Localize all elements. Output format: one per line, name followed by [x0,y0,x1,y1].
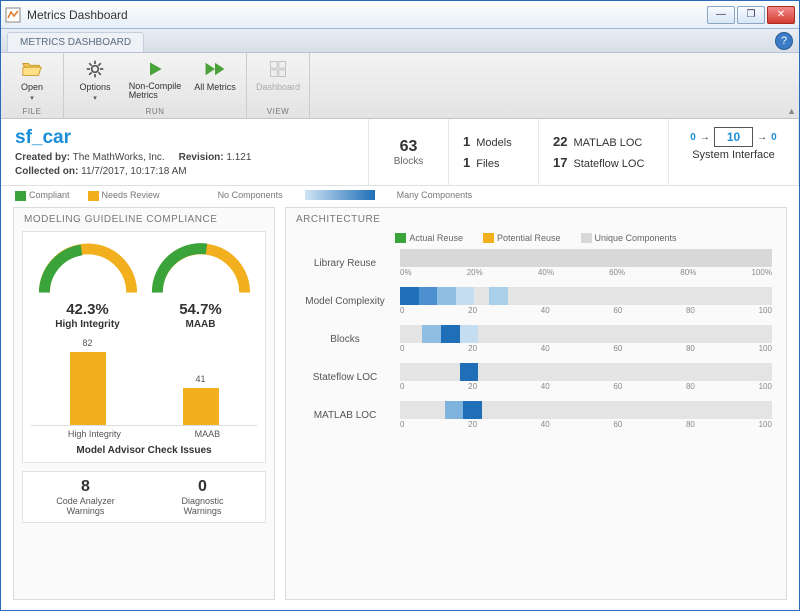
legend-no-components: No Components [218,190,283,200]
sysif-out: 0 [771,132,777,143]
architecture-legend: Actual Reuse Potential Reuse Unique Comp… [286,231,786,250]
hist-model-complexity[interactable]: Model Complexity 0 20 [300,287,772,315]
gear-icon [84,58,106,80]
toolstrip: Open ▾ FILE Options ▾ N [1,53,799,119]
app-icon [5,7,21,23]
compliance-title: MODELING GUIDELINE COMPLIANCE [14,208,274,231]
swatch-potential-reuse [483,233,494,243]
dashboard-button: Dashboard [253,56,303,106]
stateflow-loc-count: 17 [553,155,567,170]
collected-value: 11/7/2017, 10:17:18 AM [81,166,186,177]
blocks-label: Blocks [383,156,434,167]
maximize-button[interactable]: ❐ [737,6,765,24]
group-label-file: FILE [1,106,63,118]
hist-stateflow-loc[interactable]: Stateflow LOC 0 20 40 60 80 1 [300,363,772,391]
architecture-panel: ARCHITECTURE Actual Reuse Potential Reus… [285,207,787,600]
titlebar: Metrics Dashboard — ❐ ✕ [1,1,799,29]
toolstrip-group-view: Dashboard VIEW [247,53,310,118]
models-count: 1 [463,134,470,149]
swatch-needs-review [88,191,99,201]
created-by-value: The MathWorks, Inc. [73,152,165,163]
model-name[interactable]: sf_car [15,127,354,149]
collapse-ribbon-button[interactable]: ▲ [787,106,796,116]
files-count: 1 [463,155,470,170]
arrow-right-icon: → [700,132,710,143]
swatch-unique [581,233,592,243]
swatch-compliant [15,191,26,201]
legend-many-components: Many Components [397,190,473,200]
chevron-down-icon: ▾ [30,94,34,102]
created-by-label: Created by: [15,152,70,163]
dashboard-icon [267,58,289,80]
options-button[interactable]: Options ▾ [70,56,120,106]
open-button[interactable]: Open ▾ [7,56,57,106]
play-double-icon [204,58,226,80]
architecture-title: ARCHITECTURE [286,208,786,231]
gradient-icon [305,190,375,200]
model-advisor-bars: 82 41 High Integrity MAAB Model Advisor … [31,336,257,456]
hist-library-reuse[interactable]: Library Reuse 0% 20% 40% 60% 80% 100% [300,249,772,277]
all-metrics-button[interactable]: All Metrics [190,56,240,106]
matlab-loc-label: MATLAB LOC [573,137,642,149]
system-interface-diagram[interactable]: 0 → 10 → 0 [690,127,776,147]
sysif-in: 0 [690,132,696,143]
group-label-view: VIEW [247,106,309,118]
toolstrip-group-run: Options ▾ Non-Compile Metrics All Metric… [64,53,247,118]
tabstrip: METRICS DASHBOARD ? [1,29,799,53]
help-button[interactable]: ? [775,32,793,50]
sysif-center: 10 [714,127,753,147]
app-window: Metrics Dashboard — ❐ ✕ METRICS DASHBOAR… [0,0,800,611]
legend-row: Compliant Needs Review No Components Man… [1,186,799,207]
gauge-card[interactable]: 42.3% High Integrity 54.7% MAAB [22,231,266,463]
stateflow-loc-label: Stateflow LOC [573,158,644,170]
arrow-right-icon: → [757,132,767,143]
warnings-card[interactable]: 8 Code Analyzer Warnings 0 Diagnostic Wa… [22,471,266,523]
play-icon [144,58,166,80]
gauge-high-integrity: 42.3% High Integrity [33,238,143,330]
models-label: Models [476,137,511,149]
group-label-run: RUN [64,106,246,118]
content: sf_car Created by: The MathWorks, Inc. R… [1,119,799,610]
model-advisor-title: Model Advisor Check Issues [31,445,257,456]
main-split: MODELING GUIDELINE COMPLIANCE 42.3% High… [1,207,799,610]
window-title: Metrics Dashboard [27,8,707,22]
toolstrip-group-file: Open ▾ FILE [1,53,64,118]
swatch-actual-reuse [395,233,406,243]
sysif-label: System Interface [692,149,775,161]
compliance-panel: MODELING GUIDELINE COMPLIANCE 42.3% High… [13,207,275,600]
code-analyzer-cell: 8 Code Analyzer Warnings [31,478,140,516]
blocks-count: 63 [383,138,434,156]
files-label: Files [476,158,499,170]
hist-matlab-loc[interactable]: MATLAB LOC 0 20 40 60 80 [300,401,772,429]
folder-open-icon [21,58,43,80]
minimize-button[interactable]: — [707,6,735,24]
summary-row: sf_car Created by: The MathWorks, Inc. R… [1,119,799,186]
diagnostic-cell: 0 Diagnostic Warnings [148,478,257,516]
tab-metrics-dashboard[interactable]: METRICS DASHBOARD [7,32,144,52]
revision-value: 1.121 [226,152,251,163]
non-compile-metrics-button[interactable]: Non-Compile Metrics [126,56,184,106]
hist-blocks[interactable]: Blocks 0 20 40 60 [300,325,772,353]
chevron-down-icon: ▾ [93,94,97,102]
revision-label: Revision: [179,152,224,163]
matlab-loc-count: 22 [553,134,567,149]
collected-label: Collected on: [15,166,78,177]
close-button[interactable]: ✕ [767,6,795,24]
gauge-maab: 54.7% MAAB [146,238,256,330]
